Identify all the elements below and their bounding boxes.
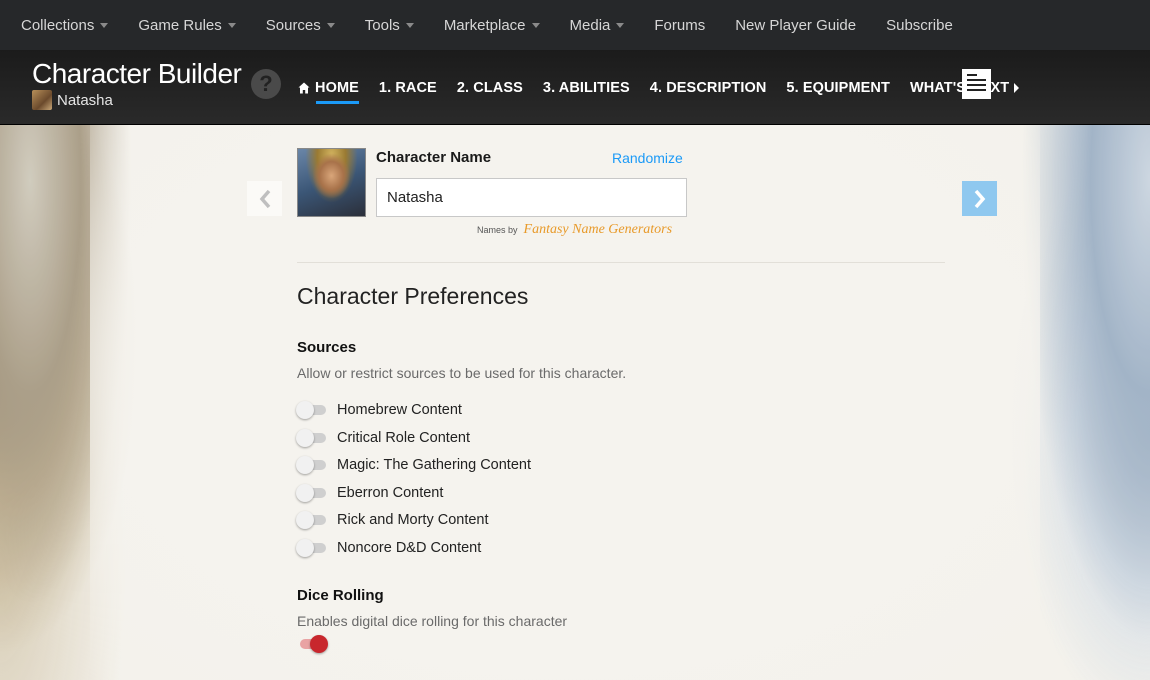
character-badge: Natasha: [32, 90, 113, 110]
toggle-label: Eberron Content: [337, 485, 444, 501]
chevron-left-icon: [259, 189, 270, 208]
tab-class[interactable]: 2. CLASS: [457, 50, 523, 125]
tab-equipment[interactable]: 5. EQUIPMENT: [786, 50, 890, 125]
tab-race[interactable]: 1. RACE: [379, 50, 437, 125]
sources-description: Allow or restrict sources to be used for…: [297, 365, 627, 381]
top-navigation: Collections Game Rules Sources Tools Mar…: [0, 0, 1150, 50]
home-icon: [298, 82, 310, 93]
nav-media[interactable]: Media: [555, 0, 640, 50]
toggle-label: Rick and Morty Content: [337, 512, 489, 528]
toggle-switch[interactable]: [296, 511, 328, 529]
nav-label: New Player Guide: [735, 16, 857, 34]
toggle-magic-the-gathering[interactable]: Magic: The Gathering Content: [296, 454, 531, 476]
caret-right-icon: [1014, 82, 1020, 93]
nav-label: Collections: [21, 16, 95, 34]
tab-label: 2. CLASS: [456, 79, 523, 96]
toggle-label: Noncore D&D Content: [337, 540, 482, 556]
toggle-switch[interactable]: [296, 429, 328, 447]
nav-label: Game Rules: [138, 16, 222, 34]
tab-label: 4. DESCRIPTION: [649, 79, 767, 96]
names-by-text: Names by: [477, 225, 518, 235]
character-name-label: Character Name: [376, 149, 492, 166]
chevron-down-icon: [405, 23, 414, 28]
name-generator-credit: Names by Fantasy Name Generators: [477, 222, 672, 238]
chevron-down-icon: [531, 23, 540, 28]
toggle-label: Homebrew Content: [337, 402, 462, 418]
divider: [297, 262, 945, 263]
chevron-down-icon: [326, 23, 335, 28]
character-sheet-icon[interactable]: [962, 69, 991, 99]
tab-home[interactable]: HOME: [298, 50, 359, 125]
tab-label: 1. RACE: [378, 79, 437, 96]
nav-new-player-guide[interactable]: New Player Guide: [720, 0, 871, 50]
sheet-line: [967, 89, 986, 91]
avatar: [32, 90, 52, 110]
help-icon[interactable]: ?: [251, 69, 281, 99]
tab-abilities[interactable]: 3. ABILITIES: [543, 50, 630, 125]
nav-label: Sources: [265, 16, 321, 34]
toggle-homebrew[interactable]: Homebrew Content: [296, 399, 462, 421]
tab-label: WHAT'S NEXT: [909, 79, 1010, 96]
page-title: Character Builder: [32, 58, 242, 89]
tab-label: HOME: [315, 79, 359, 96]
nav-label: Forums: [654, 16, 706, 34]
nav-sources[interactable]: Sources: [251, 0, 350, 50]
nav-label: Subscribe: [886, 16, 953, 34]
chevron-down-icon: [616, 23, 625, 28]
next-step-button[interactable]: [962, 181, 997, 216]
toggle-critical-role[interactable]: Critical Role Content: [296, 427, 470, 449]
chevron-down-icon: [100, 23, 109, 28]
toggle-eberron[interactable]: Eberron Content: [296, 482, 443, 504]
sheet-line: [967, 74, 978, 76]
sheet-line: [967, 84, 986, 86]
nav-marketplace[interactable]: Marketplace: [429, 0, 555, 50]
tab-label: 3. ABILITIES: [542, 79, 630, 96]
sources-heading: Sources: [297, 339, 357, 356]
chevron-right-icon: [974, 189, 985, 208]
sheet-line: [967, 79, 986, 81]
toggle-switch[interactable]: [296, 635, 328, 653]
nav-forums[interactable]: Forums: [639, 0, 720, 50]
nav-label: Tools: [364, 16, 400, 34]
toggle-switch[interactable]: [296, 456, 328, 474]
tab-description[interactable]: 4. DESCRIPTION: [650, 50, 767, 125]
nav-label: Marketplace: [443, 16, 526, 34]
toggle-switch[interactable]: [296, 401, 328, 419]
character-subtitle-name: Natasha: [57, 91, 113, 109]
nav-collections[interactable]: Collections: [6, 0, 123, 50]
toggle-label: Critical Role Content: [337, 430, 470, 446]
nav-game-rules[interactable]: Game Rules: [123, 0, 250, 50]
nav-label: Media: [569, 16, 611, 34]
tab-label: 5. EQUIPMENT: [786, 79, 890, 96]
toggle-noncore-dnd[interactable]: Noncore D&D Content: [296, 537, 481, 559]
toggle-label: Magic: The Gathering Content: [337, 457, 531, 473]
toggle-dice-rolling[interactable]: [296, 633, 337, 655]
nav-tools[interactable]: Tools: [350, 0, 429, 50]
toggle-switch[interactable]: [296, 539, 328, 557]
previous-step-button[interactable]: [247, 181, 282, 216]
dice-rolling-heading: Dice Rolling: [297, 587, 384, 604]
toggle-rick-and-morty[interactable]: Rick and Morty Content: [296, 509, 489, 531]
builder-steps: HOME 1. RACE 2. CLASS 3. ABILITIES 4. DE…: [298, 50, 1039, 125]
nav-subscribe[interactable]: Subscribe: [871, 0, 968, 50]
dice-rolling-description: Enables digital dice rolling for this ch…: [297, 613, 568, 629]
preferences-title: Character Preferences: [297, 283, 529, 309]
toggle-switch[interactable]: [296, 484, 328, 502]
fantasy-name-generators-logo[interactable]: Fantasy Name Generators: [524, 222, 673, 238]
builder-header: Character Builder Natasha ? HOME 1. RACE…: [0, 50, 1150, 125]
character-name-input[interactable]: [376, 178, 687, 217]
character-portrait[interactable]: [297, 148, 366, 217]
randomize-link[interactable]: Randomize: [612, 150, 683, 166]
chevron-down-icon: [227, 23, 236, 28]
